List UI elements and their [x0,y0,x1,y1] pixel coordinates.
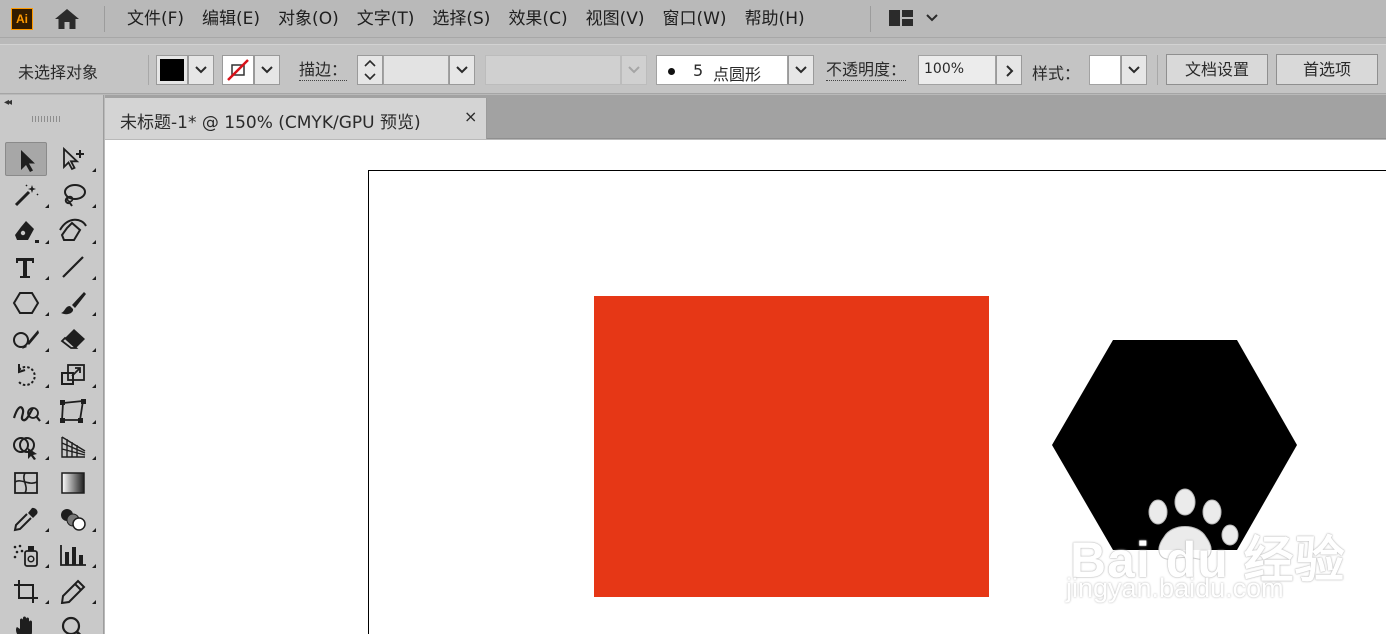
menu-help[interactable]: 帮助(H) [736,0,814,38]
stroke-weight-field[interactable] [383,55,449,85]
opacity-field[interactable]: 100% [918,55,996,85]
chevron-down-icon [628,66,640,74]
brush-dot-icon [668,68,675,75]
app-logo: Ai [11,8,33,30]
menu-window[interactable]: 窗口(W) [653,0,735,38]
document-tab[interactable]: 未标题-1* @ 150% (CMYK/GPU 预览) × [105,98,487,139]
control-bar: 未选择对象 描边： 5 点圆形 不透明度： 100% 样式： 文档设置 首选项 [0,44,1386,94]
menu-type[interactable]: 文字(T) [348,0,424,38]
selection-status: 未选择对象 [18,63,99,82]
chevron-right-icon [1006,65,1014,77]
document-tab-title: 未标题-1* @ 150% (CMYK/GPU 预览) [120,113,421,133]
graphic-style-swatch[interactable] [1089,55,1121,85]
chevron-down-icon [261,66,273,74]
menu-select[interactable]: 选择(S) [423,0,499,38]
menu-view[interactable]: 视图(V) [577,0,654,38]
width-profile-field[interactable] [485,55,621,85]
stroke-dropdown-button[interactable] [254,55,280,85]
menu-bar: Ai 文件(F) 编辑(E) 对象(O) 文字(T) 选择(S) 效果(C) 视… [0,0,1386,38]
menu-object[interactable]: 对象(O) [269,0,348,38]
brush-dropdown-button[interactable] [788,55,814,85]
document-tab-bar: 未标题-1* @ 150% (CMYK/GPU 预览) × [105,95,1386,139]
chevron-down-icon [195,66,207,74]
graphic-style-dropdown[interactable] [1121,55,1147,85]
home-icon[interactable] [52,6,82,32]
menu-edit[interactable]: 编辑(E) [193,0,269,38]
preferences-button[interactable]: 首选项 [1276,54,1378,85]
brush-size: 5 [693,61,704,80]
stroke-label[interactable]: 描边： [299,60,348,81]
chevron-down-icon [795,66,807,74]
menu-effect[interactable]: 效果(C) [499,0,576,38]
opacity-arrow-button[interactable] [996,55,1022,85]
brush-definition-field[interactable]: 5 点圆形 [656,55,788,85]
chevron-down-icon [1128,66,1140,74]
style-label: 样式： [1032,64,1081,83]
no-stroke-icon [227,59,249,81]
chevron-down-icon [456,66,468,74]
workspace-layout-icon[interactable] [888,8,944,28]
menu-file[interactable]: 文件(F) [118,0,193,38]
brush-name: 点圆形 [713,65,762,84]
tools-panel: ◂◂ [0,95,104,634]
divider [1157,55,1158,85]
divider [148,55,149,85]
fill-dropdown-button[interactable] [188,55,214,85]
width-profile-dropdown[interactable] [621,55,647,85]
fill-color [160,59,184,81]
document-setup-button[interactable]: 文档设置 [1166,54,1268,85]
stroke-weight-stepper[interactable] [357,55,383,85]
fill-swatch[interactable] [156,55,188,85]
stepper-arrows-icon [364,59,376,81]
menu-divider [104,6,105,32]
menu-divider [870,6,871,32]
stroke-swatch[interactable] [222,55,254,85]
red-rectangle[interactable] [594,296,989,597]
close-tab-icon[interactable]: × [464,107,477,126]
stroke-weight-dropdown[interactable] [449,55,475,85]
opacity-value: 100% [924,61,965,77]
tool-group-indicators [45,168,96,604]
opacity-label[interactable]: 不透明度： [826,60,907,81]
watermark-url: jingyan.baidu.com [1066,573,1284,603]
main-menu: 文件(F) 编辑(E) 对象(O) 文字(T) 选择(S) 效果(C) 视图(V… [118,0,814,38]
